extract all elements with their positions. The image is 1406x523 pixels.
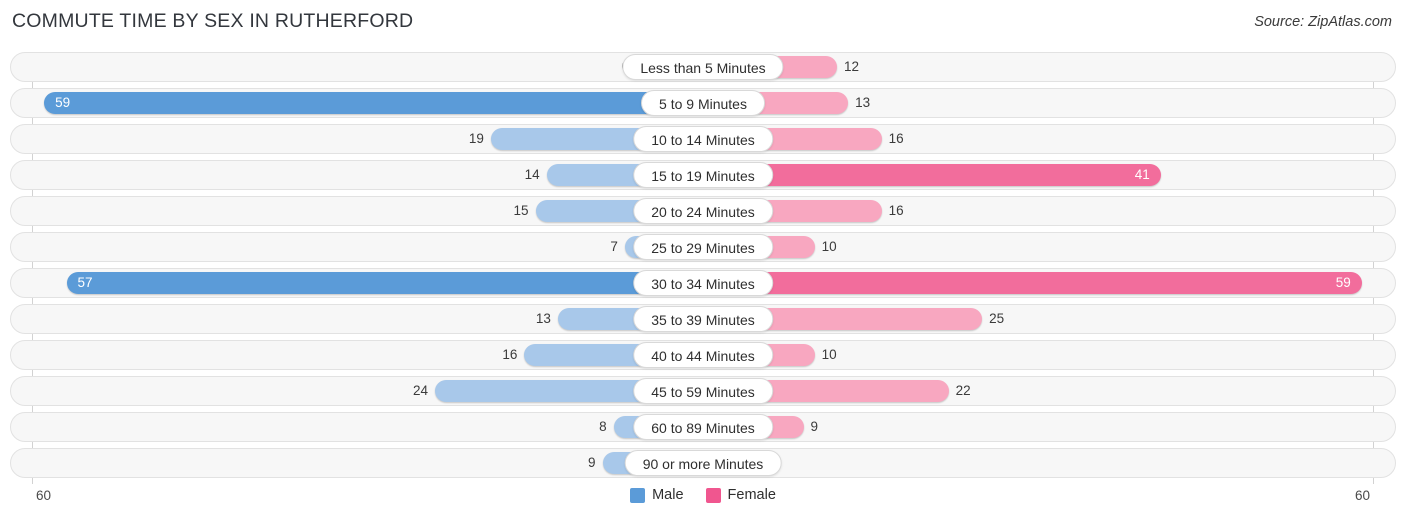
male-value-label: 59 — [55, 95, 71, 110]
table-row[interactable]: 15 16 20 to 24 Minutes — [10, 196, 1396, 226]
male-value-label: 16 — [502, 347, 518, 362]
female-value-label: 12 — [844, 59, 860, 74]
male-value-label: 15 — [513, 203, 529, 218]
male-bar-group: 13 — [33, 308, 703, 330]
table-row[interactable]: 8 9 60 to 89 Minutes — [10, 412, 1396, 442]
male-bar-group: 15 — [33, 200, 703, 222]
male-bar-group: 7 — [33, 236, 703, 258]
male-bar-group: 19 — [33, 128, 703, 150]
table-row[interactable]: 14 41 15 to 19 Minutes — [10, 160, 1396, 190]
female-value-label: 41 — [1134, 167, 1150, 182]
table-row[interactable]: 6 12 Less than 5 Minutes — [10, 52, 1396, 82]
table-row[interactable]: 13 25 35 to 39 Minutes — [10, 304, 1396, 334]
category-label: Less than 5 Minutes — [622, 54, 784, 80]
female-bar-group: 16 — [703, 200, 1373, 222]
female-bar[interactable]: 59 — [703, 272, 1362, 294]
plot-area: 612Less than 5 Minutes59135 to 9 Minutes… — [10, 52, 1396, 484]
category-label: 35 to 39 Minutes — [633, 306, 773, 332]
female-value-label: 10 — [821, 239, 837, 254]
legend: Male Female — [0, 487, 1406, 503]
female-value-label: 16 — [888, 203, 904, 218]
female-bar-group: 22 — [703, 380, 1373, 402]
legend-label-male: Male — [652, 487, 684, 503]
female-value-label: 25 — [989, 311, 1005, 326]
female-value-label: 16 — [888, 131, 904, 146]
female-bar-group: 16 — [703, 128, 1373, 150]
table-row[interactable]: 7 10 25 to 29 Minutes — [10, 232, 1396, 262]
female-value-label: 59 — [1335, 275, 1351, 290]
male-value-label: 57 — [77, 275, 93, 290]
male-value-label: 14 — [524, 167, 540, 182]
category-label: 40 to 44 Minutes — [633, 342, 773, 368]
category-label: 90 or more Minutes — [624, 450, 782, 476]
category-label: 15 to 19 Minutes — [633, 162, 773, 188]
table-row[interactable]: 19 16 10 to 14 Minutes — [10, 124, 1396, 154]
female-bar-group: 25 — [703, 308, 1373, 330]
category-label: 60 to 89 Minutes — [633, 414, 773, 440]
male-bar-group: 24 — [33, 380, 703, 402]
category-label: 5 to 9 Minutes — [641, 90, 765, 116]
table-row[interactable]: 24 22 45 to 59 Minutes — [10, 376, 1396, 406]
table-row[interactable]: 57 59 30 to 34 Minutes — [10, 268, 1396, 298]
category-label: 10 to 14 Minutes — [633, 126, 773, 152]
male-value-label: 7 — [610, 239, 618, 254]
male-bar-group: 8 — [33, 416, 703, 438]
male-value-label: 13 — [535, 311, 551, 326]
female-bar-group: 59 — [703, 272, 1373, 294]
female-value-label: 13 — [855, 95, 871, 110]
table-row[interactable]: 9 590 or more Minutes — [10, 448, 1396, 478]
female-bar-group: 5 — [703, 452, 1373, 474]
female-value-label: 10 — [821, 347, 837, 362]
category-label: 45 to 59 Minutes — [633, 378, 773, 404]
female-bar-group: 41 — [703, 164, 1373, 186]
category-label: 30 to 34 Minutes — [633, 270, 773, 296]
male-value-label: 19 — [468, 131, 484, 146]
category-label: 25 to 29 Minutes — [633, 234, 773, 260]
page-title: COMMUTE TIME BY SEX IN RUTHERFORD — [12, 10, 414, 32]
male-bar-group: 6 — [33, 56, 703, 78]
male-swatch-icon — [630, 487, 646, 503]
legend-item-female[interactable]: Female — [705, 487, 776, 503]
male-bar-group: 57 — [33, 272, 703, 294]
female-value-label: 9 — [810, 419, 819, 434]
male-bar[interactable]: 57 — [66, 272, 703, 294]
male-value-label: 8 — [599, 419, 607, 434]
category-label: 20 to 24 Minutes — [633, 198, 773, 224]
female-value-label: 22 — [955, 383, 971, 398]
female-swatch-icon — [705, 487, 721, 503]
male-bar-group: 16 — [33, 344, 703, 366]
table-row[interactable]: 16 10 40 to 44 Minutes — [10, 340, 1396, 370]
legend-item-male[interactable]: Male — [630, 487, 684, 503]
male-bar-group: 9 — [33, 452, 703, 474]
male-bar-group: 59 — [33, 92, 703, 114]
male-bar[interactable]: 59 — [44, 92, 703, 114]
commute-time-chart: COMMUTE TIME BY SEX IN RUTHERFORD Source… — [0, 0, 1406, 523]
female-bar-group: 10 — [703, 344, 1373, 366]
table-row[interactable]: 59 13 5 to 9 Minutes — [10, 88, 1396, 118]
male-value-label: 9 — [587, 455, 596, 470]
female-bar-group: 9 — [703, 416, 1373, 438]
female-bar-group: 12 — [703, 56, 1373, 78]
female-bar-group: 13 — [703, 92, 1373, 114]
male-value-label: 24 — [412, 383, 428, 398]
female-bar-group: 10 — [703, 236, 1373, 258]
source-attribution: Source: ZipAtlas.com — [1254, 14, 1392, 30]
male-bar-group: 14 — [33, 164, 703, 186]
legend-label-female: Female — [727, 487, 776, 503]
